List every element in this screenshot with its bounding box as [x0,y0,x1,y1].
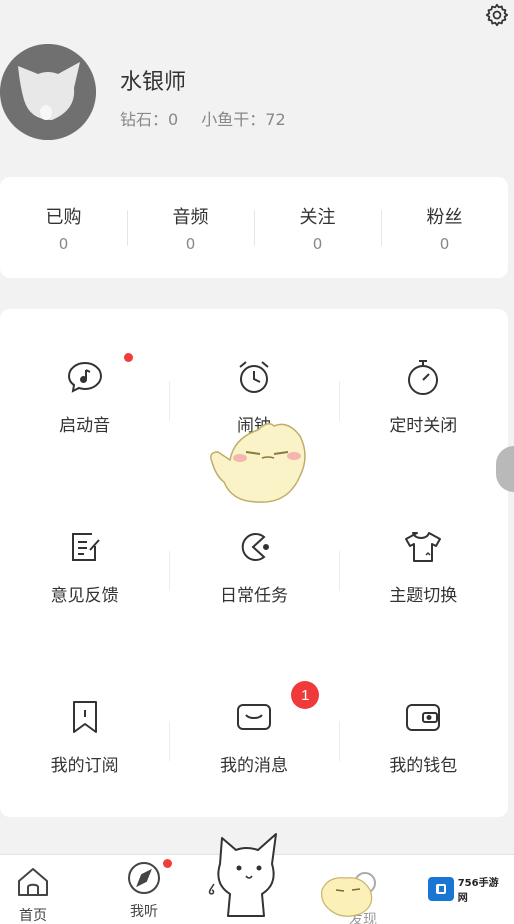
feature-grid: 启动音 闹钟 定时关闭 意见反馈 日常任务 主题切换 我的订阅 1 我的消息 我… [0,309,508,817]
count-label: 关注 [299,206,336,228]
grid-item-label: 我的订阅 [50,756,119,776]
count-value: 0 [312,234,323,253]
grid-item-daily-tasks[interactable]: 日常任务 [169,525,338,625]
pacman-icon [234,527,274,567]
cat-mascot[interactable] [206,828,286,924]
username: 水银师 [120,70,187,95]
count-following[interactable]: 关注 0 [254,198,381,258]
grid-item-label: 主题切换 [389,586,458,606]
timer-icon [403,357,443,397]
music-bubble-icon [65,357,105,397]
profile-page: 水银师 钻石：0 小鱼干：72 已购 0 音频 0 关注 0 粉丝 0 启动音 … [0,0,514,924]
grid-item-startup-sound[interactable]: 启动音 [0,353,169,455]
small-chick-mascot [318,868,378,922]
count-fans[interactable]: 粉丝 0 [381,198,508,258]
profile-header: 水银师 钻石：0 小鱼干：72 [0,44,514,144]
count-value: 0 [185,234,196,253]
grid-item-label: 意见反馈 [50,586,119,606]
count-label: 粉丝 [426,206,463,228]
grid-item-wallet[interactable]: 我的钱包 [338,695,508,795]
grid-item-label: 定时关闭 [389,416,458,436]
count-value: 0 [58,234,69,253]
count-label: 音频 [172,206,209,228]
bookmark-icon [65,697,105,737]
alarm-clock-icon [234,357,274,397]
gear-icon [485,3,509,27]
grid-item-theme[interactable]: 主题切换 [338,525,508,625]
home-icon [13,863,53,901]
user-stats: 钻石：0 小鱼干：72 [120,106,304,130]
count-value: 0 [439,234,450,253]
grid-item-feedback[interactable]: 意见反馈 [0,525,169,625]
new-dot [163,859,172,868]
message-icon [234,697,274,737]
feedback-icon [65,527,105,567]
watermark-text: 756手游网 [457,878,499,904]
grid-item-timer-close[interactable]: 定时关闭 [338,355,508,455]
site-watermark: 756手游网 [424,874,508,904]
tshirt-icon [403,527,443,567]
grid-item-subscriptions[interactable]: 我的订阅 [0,695,169,795]
unread-badge: 1 [291,681,320,709]
nav-listen-label: 我听 [130,904,158,920]
chick-mascot [204,416,312,512]
avatar[interactable] [0,44,96,140]
settings-button[interactable] [482,0,512,30]
grid-item-messages[interactable]: 1 我的消息 [169,681,338,795]
counts-card: 已购 0 音频 0 关注 0 粉丝 0 [0,177,508,278]
diamond-count: 钻石：0 [120,110,179,129]
grid-item-label: 日常任务 [219,586,288,606]
count-purchased[interactable]: 已购 0 [0,198,127,258]
grid-item-label: 启动音 [59,416,111,436]
wallet-icon [403,697,443,737]
nav-home[interactable]: 首页 [0,863,68,924]
count-audio[interactable]: 音频 0 [127,198,254,258]
fish-count: 小鱼干：72 [201,110,286,129]
compass-icon [124,859,164,897]
grid-item-label: 我的消息 [219,756,288,776]
grid-item-label: 我的钱包 [389,756,458,776]
nav-home-label: 首页 [19,908,47,924]
watermark-logo-icon [428,877,454,901]
nav-listen[interactable]: 我听 [109,859,179,921]
new-dot [124,353,133,362]
count-label: 已购 [45,206,82,228]
